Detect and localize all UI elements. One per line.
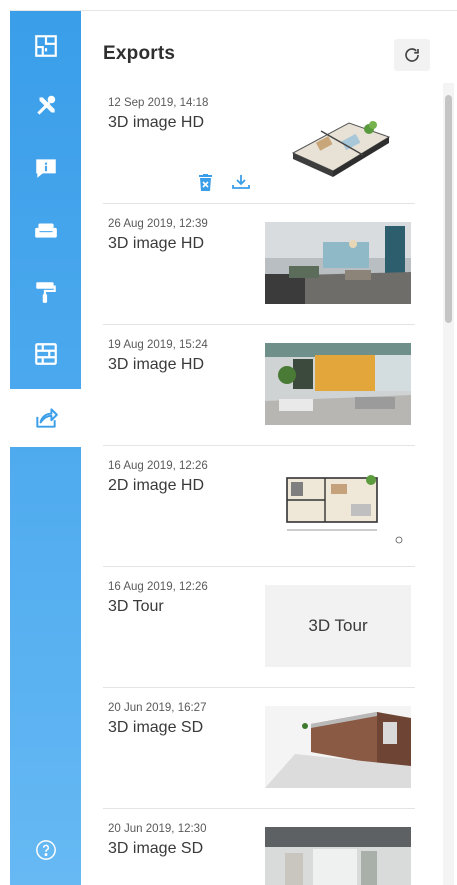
app-window: Exports 12 Sep 2019, 14:18 3D image HD 2… xyxy=(10,10,457,885)
export-thumbnail[interactable] xyxy=(265,706,411,788)
sidebar-item-materials[interactable] xyxy=(10,325,81,383)
export-thumbnail[interactable] xyxy=(265,222,411,304)
export-name: 2D image HD xyxy=(108,477,205,494)
refresh-icon xyxy=(405,48,419,62)
floorplan-icon xyxy=(34,35,57,57)
sidebar xyxy=(10,11,81,885)
trash-icon xyxy=(198,173,212,191)
export-item[interactable]: 12 Sep 2019, 14:18 3D image HD xyxy=(103,83,415,204)
2d-floorplan-thumbnail xyxy=(265,464,411,546)
export-thumbnail[interactable]: 3D Tour xyxy=(265,585,411,667)
export-date: 20 Jun 2019, 16:27 xyxy=(108,702,207,714)
export-list: 12 Sep 2019, 14:18 3D image HD 26 Aug 20… xyxy=(103,83,415,885)
export-name: 3D image HD xyxy=(108,356,205,373)
export-item[interactable]: 20 Jun 2019, 16:27 3D image SD xyxy=(103,688,415,809)
export-date: 12 Sep 2019, 14:18 xyxy=(108,97,209,109)
export-name: 3D image SD xyxy=(108,840,204,857)
export-item[interactable]: 16 Aug 2019, 12:26 2D image HD xyxy=(103,446,415,567)
export-thumbnail[interactable] xyxy=(265,101,411,183)
export-name: 3D image HD xyxy=(108,114,205,131)
brick-wall-icon xyxy=(34,343,57,365)
sidebar-item-tools[interactable] xyxy=(10,77,81,135)
export-name: 3D image SD xyxy=(108,719,204,736)
delete-button[interactable] xyxy=(193,171,217,193)
export-item[interactable]: 19 Aug 2019, 15:24 3D image HD xyxy=(103,325,415,446)
tools-icon xyxy=(36,95,55,115)
export-actions xyxy=(193,171,253,193)
export-item[interactable]: 16 Aug 2019, 12:26 3D Tour 3D Tour xyxy=(103,567,415,688)
sidebar-item-exports[interactable] xyxy=(10,389,81,447)
living-room-thumbnail xyxy=(265,343,411,425)
living-room-thumbnail xyxy=(265,222,411,304)
sidebar-item-floorplan[interactable] xyxy=(10,17,81,75)
scrollbar-thumb[interactable] xyxy=(445,95,452,323)
download-button[interactable] xyxy=(229,171,253,193)
sofa-icon xyxy=(34,223,57,238)
page-title: Exports xyxy=(103,43,176,64)
exports-panel: Exports 12 Sep 2019, 14:18 3D image HD 2… xyxy=(81,11,457,885)
help-icon xyxy=(35,840,56,860)
download-icon xyxy=(232,175,250,189)
info-icon xyxy=(35,159,56,178)
sidebar-item-info[interactable] xyxy=(10,139,81,197)
interior-thumbnail xyxy=(265,827,411,885)
sidebar-item-paint[interactable] xyxy=(10,263,81,321)
exterior-thumbnail xyxy=(265,706,411,788)
export-thumbnail[interactable] xyxy=(265,464,411,546)
help-button[interactable] xyxy=(10,825,81,875)
export-date: 26 Aug 2019, 12:39 xyxy=(108,218,208,230)
export-date: 19 Aug 2019, 15:24 xyxy=(108,339,208,351)
scrollbar[interactable] xyxy=(443,83,454,885)
export-item[interactable]: 26 Aug 2019, 12:39 3D image HD xyxy=(103,204,415,325)
export-date: 16 Aug 2019, 12:26 xyxy=(108,581,208,593)
sidebar-item-furniture[interactable] xyxy=(10,201,81,259)
export-date: 16 Aug 2019, 12:26 xyxy=(108,460,208,472)
export-icon xyxy=(35,408,58,428)
export-name: 3D image HD xyxy=(108,235,205,252)
refresh-button[interactable] xyxy=(394,39,430,71)
export-thumbnail[interactable] xyxy=(265,827,411,885)
3d-floorplan-thumbnail xyxy=(265,101,411,183)
paint-roller-icon xyxy=(35,282,56,303)
export-name: 3D Tour xyxy=(108,598,164,615)
export-thumbnail[interactable] xyxy=(265,343,411,425)
export-item[interactable]: 20 Jun 2019, 12:30 3D image SD xyxy=(103,809,415,885)
export-date: 20 Jun 2019, 12:30 xyxy=(108,823,207,835)
